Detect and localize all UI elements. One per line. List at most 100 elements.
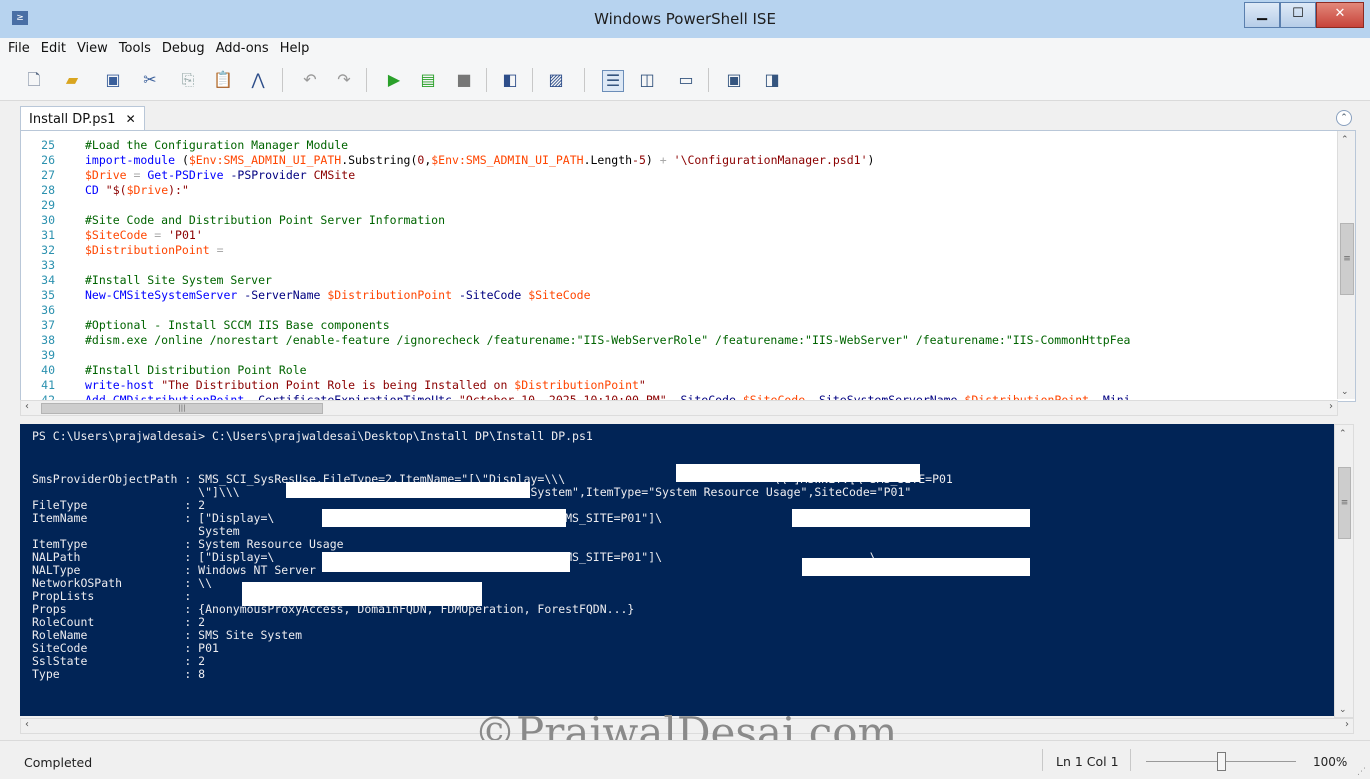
run-selection-icon[interactable]: ▤ [418, 70, 438, 90]
line-number: 36 [41, 303, 55, 317]
scroll-down-icon[interactable]: ⌄ [1341, 387, 1349, 397]
code-text: $Drive = Get-PSDrive -PSProvider CMSite [85, 169, 355, 181]
start-powershell-icon[interactable]: ▨ [546, 70, 566, 90]
undo-icon[interactable]: ↶ [300, 70, 320, 90]
menu-edit[interactable]: Edit [41, 38, 66, 60]
open-file-icon[interactable]: ▰ [62, 70, 82, 90]
maximize-icon[interactable]: ☐ [1280, 2, 1316, 28]
console-line: PS C:\Users\prajwaldesai> C:\Users\prajw… [32, 429, 593, 443]
code-token: ( [175, 153, 189, 167]
scroll-left-icon[interactable]: ‹ [25, 719, 29, 730]
redaction-box [322, 552, 570, 572]
code-text: CD "$($Drive):" [85, 184, 189, 196]
code-line: 36 [21, 304, 1331, 316]
code-text: #dism.exe /online /norestart /enable-fea… [85, 334, 1130, 346]
line-number: 28 [41, 183, 55, 197]
code-line: 33 [21, 259, 1331, 271]
show-command-window-icon[interactable]: ▣ [724, 70, 744, 90]
code-text: #Install Distribution Point Role [85, 364, 307, 376]
code-text: New-CMSiteSystemServer -ServerName $Dist… [85, 289, 591, 301]
minimize-icon[interactable]: ▁ [1244, 2, 1280, 28]
scroll-thumb[interactable]: ||| [41, 403, 323, 414]
code-token: ) [645, 153, 660, 167]
code-line: 32 $DistributionPoint = [21, 244, 1331, 256]
menu-file[interactable]: File [8, 38, 30, 60]
toolbar: 🗋 ▰ ▣ ✂ ⎘ 📋 ⋀ ↶ ↷ ▶ ▤ ■ ◧ ▨ ☰ ◫ ▭ ▣ ◨ [0, 60, 1370, 101]
zoom-slider-thumb[interactable] [1217, 752, 1226, 771]
resize-grip-icon[interactable]: ⋰ [1357, 767, 1366, 777]
code-line: 31 $SiteCode = 'P01' [21, 229, 1331, 241]
code-token: -ServerName [244, 288, 321, 302]
code-token: $DistributionPoint [327, 288, 452, 302]
show-script-pane-maximized-icon[interactable]: ▭ [676, 70, 696, 90]
editor-vertical-scrollbar[interactable]: ⌃ ≡ ⌄ [1337, 131, 1355, 399]
scroll-up-icon[interactable]: ⌃ [1341, 135, 1349, 145]
collapse-script-pane-icon[interactable]: ⌃ [1336, 110, 1352, 126]
scroll-thumb[interactable]: ≡ [1340, 223, 1354, 295]
code-text: $SiteCode = 'P01' [85, 229, 203, 241]
code-token: CD [85, 183, 99, 197]
code-token: 'P01' [168, 228, 203, 242]
show-command-addon-icon[interactable]: ◨ [762, 70, 782, 90]
script-editor[interactable]: 25 #Load the Configuration Manager Module… [20, 130, 1356, 402]
code-text: #Optional - Install SCCM IIS Base compon… [85, 319, 390, 331]
line-number: 32 [41, 243, 55, 257]
menu-debug[interactable]: Debug [162, 38, 205, 60]
scroll-down-icon[interactable]: ⌄ [1339, 705, 1347, 715]
menu-bar: File Edit View Tools Debug Add-ons Help [0, 38, 1370, 60]
code-token: #Load the Configuration Manager Module [85, 138, 349, 152]
cut-icon[interactable]: ✂ [140, 70, 160, 90]
code-line: 29 [21, 199, 1331, 211]
new-remote-tab-icon[interactable]: ◧ [500, 70, 520, 90]
code-text: write-host "The Distribution Point Role … [85, 379, 646, 391]
save-icon[interactable]: ▣ [103, 70, 123, 90]
status-separator [1130, 749, 1131, 771]
clear-console-icon[interactable]: ⋀ [248, 70, 268, 90]
line-number: 34 [41, 273, 55, 287]
menu-view[interactable]: View [77, 38, 108, 60]
line-number: 26 [41, 153, 55, 167]
console-vertical-scrollbar[interactable]: ⌃ ≡ ⌄ [1334, 424, 1354, 718]
scroll-left-icon[interactable]: ‹ [25, 401, 29, 412]
show-script-pane-right-icon[interactable]: ◫ [637, 70, 657, 90]
code-token: + [659, 153, 667, 167]
code-text: $DistributionPoint = [85, 244, 224, 256]
cursor-position: Ln 1 Col 1 [1056, 754, 1119, 769]
code-line: 39 [21, 349, 1331, 361]
code-token: -SiteCode [458, 288, 522, 302]
console-line: RoleCount : 2 [32, 615, 206, 629]
scroll-thumb[interactable]: ≡ [1338, 467, 1351, 539]
show-script-pane-top-icon[interactable]: ☰ [602, 70, 624, 92]
menu-addons[interactable]: Add-ons [216, 38, 269, 60]
scroll-up-icon[interactable]: ⌃ [1339, 429, 1347, 439]
tab-install-dp[interactable]: Install DP.ps1 ✕ [20, 106, 145, 131]
code-token: $Env:SMS_ADMIN_UI_PATH [431, 153, 584, 167]
run-script-icon[interactable]: ▶ [384, 70, 404, 90]
code-token: -PSProvider [230, 168, 307, 182]
scroll-right-icon[interactable]: › [1329, 401, 1333, 412]
tab-close-icon[interactable]: ✕ [126, 112, 136, 126]
line-number: 41 [41, 378, 55, 392]
script-tab-strip: Install DP.ps1 ✕ [20, 106, 145, 131]
stop-icon[interactable]: ■ [454, 70, 474, 90]
redo-icon[interactable]: ↷ [334, 70, 354, 90]
console-line: RoleName : SMS Site System [32, 628, 303, 642]
line-number: 33 [41, 258, 55, 272]
copy-icon[interactable]: ⎘ [178, 70, 198, 90]
paste-icon[interactable]: 📋 [213, 70, 233, 90]
new-file-icon[interactable]: 🗋 [24, 70, 44, 90]
editor-horizontal-scrollbar[interactable]: ‹ ||| › [20, 400, 1338, 416]
line-number: 29 [41, 198, 55, 212]
console-pane[interactable]: PS C:\Users\prajwaldesai> C:\Users\prajw… [20, 424, 1334, 716]
menu-tools[interactable]: Tools [119, 38, 151, 60]
menu-help[interactable]: Help [280, 38, 310, 60]
toolbar-separator [532, 68, 533, 92]
close-icon[interactable]: ✕ [1316, 2, 1364, 28]
code-token: ) [867, 153, 875, 167]
title-bar: ≥ Windows PowerShell ISE ▁ ☐ ✕ [0, 0, 1370, 39]
code-line: 37 #Optional - Install SCCM IIS Base comp… [21, 319, 1331, 331]
scroll-right-icon[interactable]: › [1345, 719, 1349, 730]
code-token: CMSite [313, 168, 356, 182]
